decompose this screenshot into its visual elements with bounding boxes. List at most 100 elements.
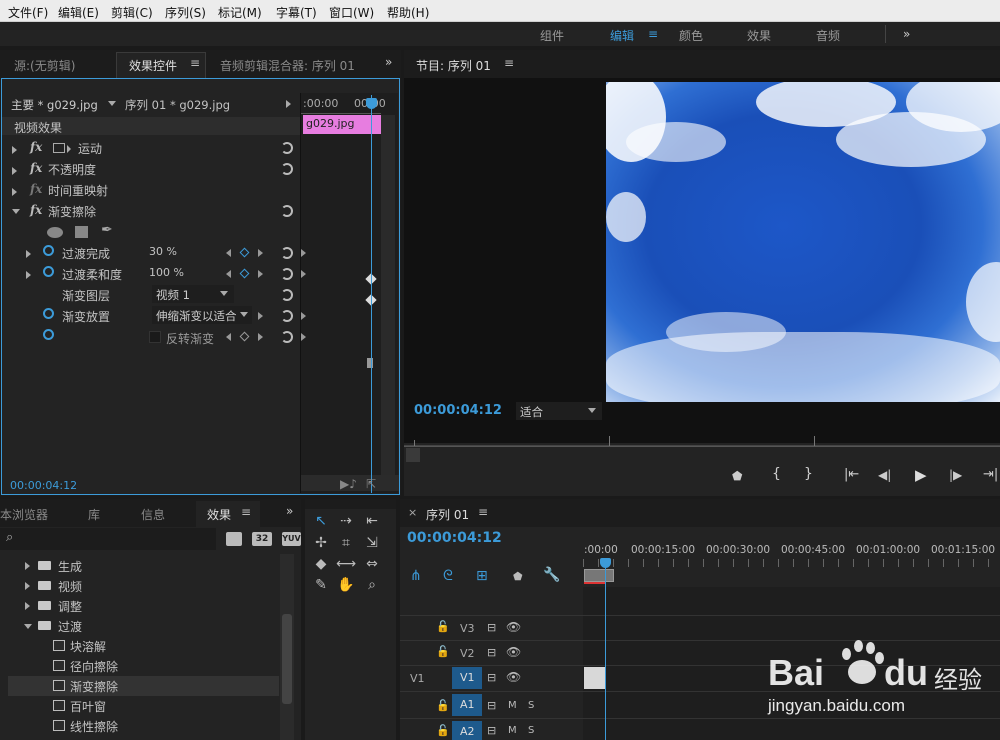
reset-param-icon[interactable] [281,247,293,259]
workspace-audio[interactable]: 音频 [816,27,840,44]
effects-search-input[interactable]: ⌕ [0,528,216,550]
next-keyframe-icon[interactable] [258,270,263,278]
fit-select[interactable]: 适合 [516,402,602,420]
effect-venetian-blinds[interactable]: 百叶窗 [70,698,106,715]
add-keyframe-icon[interactable] [239,268,250,279]
expand-time-remap-icon[interactable] [12,188,17,196]
audio-only-icon[interactable]: ▶♪ [340,477,357,491]
pen-tool-icon[interactable]: ⇔ [362,556,382,572]
mark-out-icon[interactable]: } [804,466,813,482]
eye-icon[interactable]: 👁 [506,670,521,684]
selection-tool-icon[interactable]: ↖ [311,513,331,529]
effect-radial-wipe[interactable]: 径向擦除 [70,658,118,675]
tab-menu-icon[interactable]: ≡ [190,56,200,70]
eye-icon[interactable]: 👁 [506,645,521,659]
linked-selection-icon[interactable]: ᘓ [443,568,453,584]
program-mini-ruler[interactable] [404,430,1000,446]
add-marker-toggle-icon[interactable]: ⊞ [476,568,488,584]
expand-opacity-icon[interactable] [12,167,17,175]
transition-completion-value[interactable]: 30 % [149,245,177,258]
timeline-title[interactable]: 序列 01 [426,506,469,523]
more-workspaces-icon[interactable]: » [903,27,910,41]
transition-softness-value[interactable]: 100 % [149,266,184,279]
work-area-bar[interactable] [584,569,614,582]
reset-opacity-icon[interactable] [281,163,293,175]
zoom-tool-icon[interactable]: ⌕ [362,577,382,593]
tab-effect-controls[interactable]: 效果控件 [129,57,177,74]
playhead-handle[interactable] [366,98,377,109]
mark-in-icon[interactable]: { [772,466,781,482]
step-forward-icon[interactable]: |▶ [949,468,962,482]
prev-keyframe-icon[interactable] [226,333,231,341]
stopwatch-icon[interactable] [43,329,54,340]
hand-tool-icon[interactable]: ✋ [336,577,356,593]
track-select-tool-icon[interactable]: ⇢ [336,513,356,529]
expand-icon[interactable] [25,602,30,610]
lock-icon[interactable]: 🔓 [436,645,450,658]
sequence-clip-label[interactable]: 序列 01 * g029.jpg [125,97,230,113]
expand-transition-completion-icon[interactable] [26,250,31,258]
solo-button[interactable]: S [528,725,534,736]
expand-icon[interactable] [25,562,30,570]
clip-bar[interactable]: g029.jpg [303,115,381,134]
menu-clip[interactable]: 剪辑(C) [111,4,153,21]
workspace-editing[interactable]: 编辑 [610,27,634,44]
fx-icon[interactable]: fx [30,140,42,154]
mute-button[interactable]: M [508,725,517,736]
menu-sequence[interactable]: 序列(S) [165,4,206,21]
track-v1-target[interactable]: V1 [452,667,482,689]
sync-lock-icon[interactable]: ⊟ [487,621,496,634]
workspace-assembly[interactable]: 组件 [540,27,564,44]
rectangle-mask-icon[interactable] [75,226,88,238]
next-keyframe-icon[interactable] [258,249,263,257]
lock-icon[interactable]: 🔓 [436,699,450,712]
effect-controls-timecode[interactable]: 00:00:04:12 [10,479,77,492]
effects-folder-generate[interactable]: 生成 [58,558,82,575]
effects-folder-transition[interactable]: 过渡 [58,618,82,635]
razor-tool-icon[interactable]: ⇲ [362,535,382,551]
source-v1-label[interactable]: V1 [410,672,425,685]
expand-motion-icon[interactable] [12,146,17,154]
gradient-placement-select[interactable]: 伸缩渐变以适合 [152,306,252,324]
program-title[interactable]: 节目: 序列 01 [416,57,491,74]
next-keyframe-icon[interactable] [258,312,263,320]
reset-param-icon[interactable] [281,268,293,280]
prev-keyframe-icon[interactable] [226,249,231,257]
expand-transition-softness-icon[interactable] [26,271,31,279]
rate-stretch-tool-icon[interactable]: ⌗ [336,535,356,551]
reset-param-icon[interactable] [281,331,293,343]
track-a2-target[interactable]: A2 [452,721,482,740]
stopwatch-icon[interactable] [43,308,54,319]
collapse-gradient-wipe-icon[interactable] [12,209,20,214]
effects-folder-adjust[interactable]: 调整 [58,598,82,615]
step-back-icon[interactable]: ◀| [878,468,891,482]
slip-tool-icon[interactable]: ◆ [311,556,331,572]
more-tabs-icon[interactable]: » [385,55,392,69]
go-to-out-icon[interactable]: ⇥| [983,467,998,482]
fx-icon[interactable]: fx [30,203,42,217]
mute-button[interactable]: M [508,700,517,711]
program-timecode[interactable]: 00:00:04:12 [414,403,502,418]
ripple-edit-tool-icon[interactable]: ⇤ [362,513,382,529]
keyframe-3[interactable] [367,358,373,368]
expand-icon[interactable] [25,582,30,590]
tab-menu-icon[interactable]: ≡ [241,505,251,519]
sync-lock-icon[interactable]: ⊟ [487,699,496,712]
menu-title[interactable]: 字幕(T) [276,4,317,21]
gradient-layer-select[interactable]: 视频 1 [152,285,234,303]
add-keyframe-icon[interactable] [239,331,250,342]
stopwatch-icon[interactable] [43,245,54,256]
sync-lock-icon[interactable]: ⊟ [487,724,496,737]
reset-param-icon[interactable] [281,289,293,301]
menu-window[interactable]: 窗口(W) [329,4,374,21]
tab-effects[interactable]: 效果 [207,506,231,523]
master-clip-label[interactable]: 主要 * g029.jpg [11,97,98,113]
workspace-menu-icon[interactable]: ≡ [648,27,658,41]
tab-audio-mixer[interactable]: 音频剪辑混合器: 序列 01 [220,57,355,74]
master-dropdown-icon[interactable] [108,101,116,106]
tab-media-browser[interactable]: 本浏览器 [0,506,48,523]
timeline-marker-icon[interactable]: ⬟ [513,570,523,583]
reset-gradient-wipe-icon[interactable] [281,205,293,217]
lock-icon[interactable]: 🔓 [436,620,450,633]
stopwatch-icon[interactable] [43,266,54,277]
